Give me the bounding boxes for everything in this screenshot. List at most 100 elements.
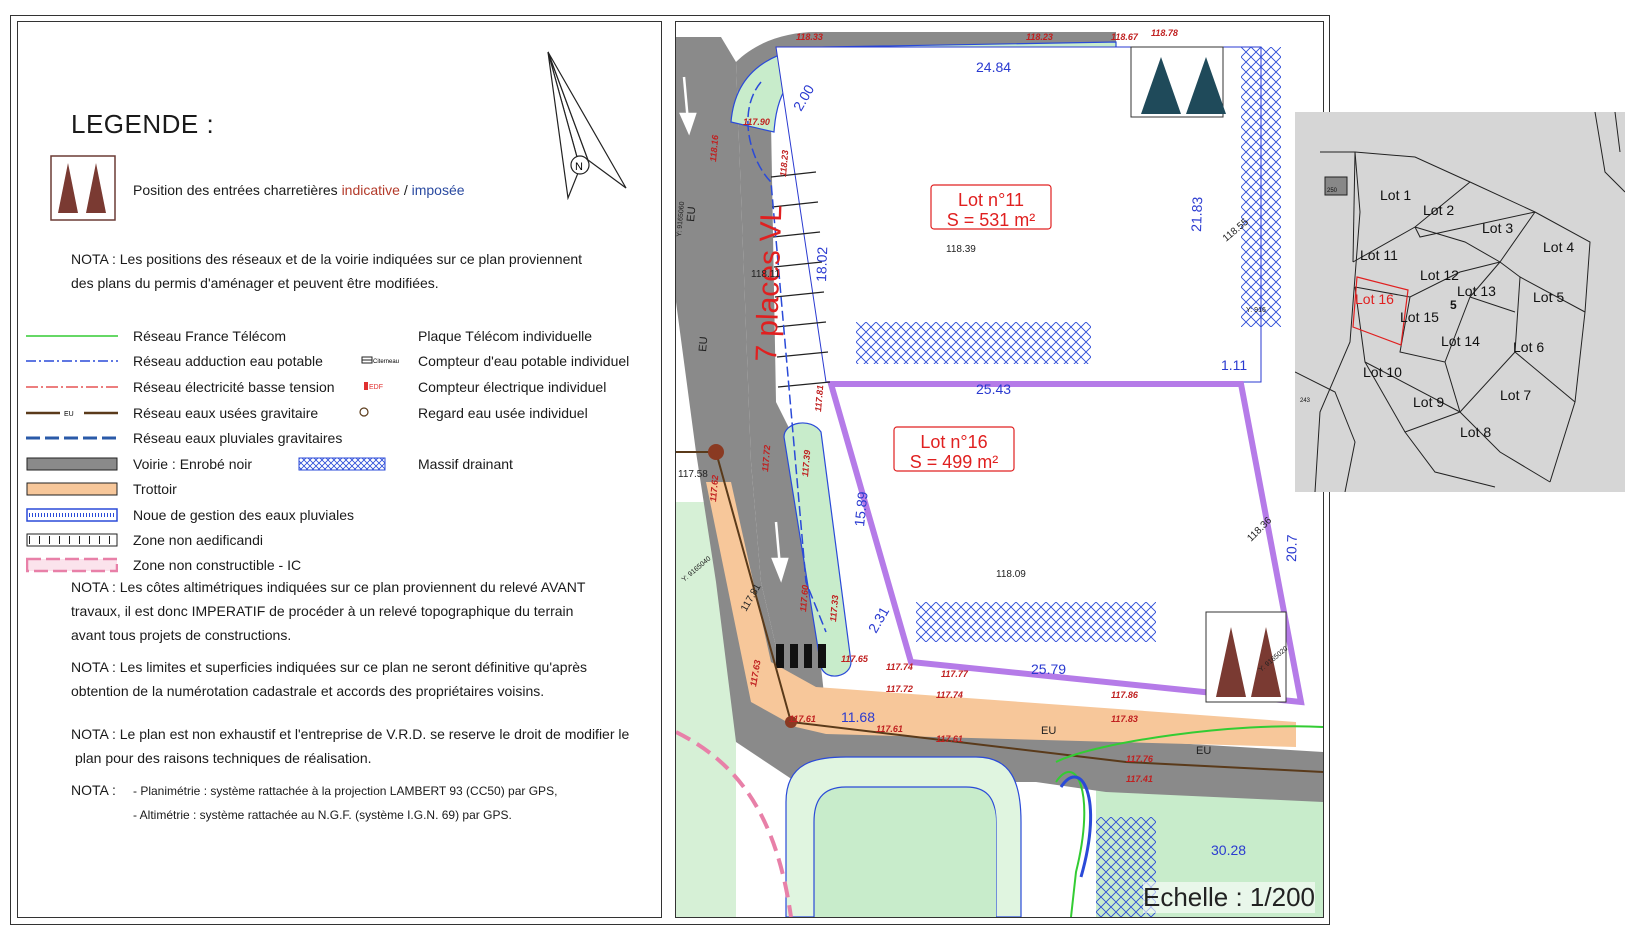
elevation-label: 118.11 — [751, 269, 781, 280]
elevation-label: 117.74 — [936, 690, 963, 700]
manhole — [708, 444, 724, 460]
location-inset-map: Lot 1 Lot 2 Lot 3 Lot 4 Lot 5 Lot 6 Lot … — [1295, 112, 1625, 492]
inset-lot-label: Lot 15 — [1400, 309, 1439, 325]
legend-title: LEGENDE : — [71, 109, 215, 139]
inset-parcel-number: 250 — [1327, 188, 1338, 194]
elevation-label: 117.58 — [678, 469, 708, 480]
legend-row: Zone non constructible - IC — [18, 555, 658, 575]
driveway-entrance-icon — [50, 155, 116, 221]
lot16-area: S = 499 m² — [910, 452, 999, 472]
inset-marker: 5 — [1450, 298, 1457, 312]
nota-limits: NOTA : Les limites et superficies indiqu… — [71, 659, 588, 699]
elevation-label: 117.90 — [743, 117, 770, 127]
dimension-label: 18.02 — [813, 246, 830, 282]
lot16-title: Lot n°16 — [920, 432, 987, 452]
green-area — [816, 792, 996, 917]
dimension-label: 20.7 — [1283, 534, 1300, 562]
sewer-line-symbol: EU — [26, 411, 118, 418]
legend-row: Réseau adduction eau potable Citerneau C… — [18, 351, 658, 371]
elevation-label: 118.39 — [946, 244, 976, 255]
inset-lot-label: Lot 4 — [1543, 239, 1574, 255]
dimension-label: 24.84 — [976, 59, 1011, 75]
inset-lot-label: Lot 6 — [1513, 339, 1544, 355]
svg-text:EU: EU — [64, 411, 74, 418]
road-asphalt-symbol — [26, 457, 118, 471]
drainage-mass — [916, 602, 1156, 642]
network-tag: EU — [685, 206, 698, 222]
elevation-label: 118.09 — [996, 569, 1026, 580]
parking-label: 7 places VL — [750, 204, 788, 362]
elevation-label: 117.74 — [886, 662, 913, 672]
electric-line-symbol — [26, 386, 118, 388]
inset-lot-label: Lot 1 — [1380, 187, 1411, 203]
nota-systems: NOTA : — [71, 782, 116, 798]
dimension-label: 1.11 — [1221, 357, 1247, 373]
inset-parcel-number: 243 — [1300, 398, 1311, 404]
north-arrow-icon: N — [547, 51, 627, 200]
elevation-label: 118.23 — [1026, 32, 1053, 42]
dimension-label: 21.83 — [1188, 196, 1205, 232]
inset-lot-label: Lot 10 — [1363, 364, 1402, 380]
inset-lot-label: Lot 3 — [1482, 220, 1513, 236]
elevation-label: 117.61 — [789, 714, 816, 724]
network-tag: EU — [1196, 745, 1211, 757]
inset-lot-label: Lot 7 — [1500, 387, 1531, 403]
dimension-label: 25.79 — [1031, 661, 1066, 677]
svg-text:Citerneau: Citerneau — [373, 359, 399, 365]
nota-exhaustive: NOTA : Le plan est non exhaustif et l'en… — [71, 726, 630, 766]
legend-row: Réseau eaux pluviales gravitaires — [18, 428, 658, 448]
dimension-label: 11.68 — [841, 709, 875, 725]
network-tag: EU — [1041, 725, 1056, 737]
non-aedificandi-symbol — [26, 533, 118, 547]
nota-elevations: NOTA : Les côtes altimétriques indiquées… — [71, 579, 586, 643]
entrance-legend-label: Position des entrées charretières indica… — [133, 182, 465, 198]
lot11-title: Lot n°11 — [958, 190, 1024, 210]
drainage-mass — [856, 322, 1091, 364]
drainage-mass — [1241, 47, 1281, 327]
dimension-label: 30.28 — [1211, 842, 1246, 858]
inset-drawing: Lot 1 Lot 2 Lot 3 Lot 4 Lot 5 Lot 6 Lot … — [1295, 112, 1625, 492]
inset-lot-label: Lot 9 — [1413, 394, 1444, 410]
legend-row: Noue de gestion des eaux pluviales — [18, 505, 658, 525]
inset-lot-label-highlight: Lot 16 — [1355, 291, 1394, 307]
elevation-label: 118.67 — [1111, 32, 1139, 42]
stormwater-line-symbol — [26, 436, 118, 440]
water-line-symbol — [26, 360, 118, 362]
elevation-label: 118.33 — [796, 32, 823, 42]
inset-lot-label: Lot 2 — [1423, 202, 1454, 218]
elevation-label: 117.65 — [841, 654, 869, 664]
sidewalk-symbol — [26, 482, 118, 496]
non-constructible-symbol — [26, 557, 118, 573]
elevation-label: 117.41 — [1126, 774, 1153, 784]
legend-row: Zone non aedificandi — [18, 530, 658, 550]
site-plan-drawing: Lot n°11 S = 531 m² Lot n°16 S = 499 m² … — [676, 22, 1323, 917]
elevation-label: 117.61 — [876, 724, 903, 734]
sewer-manhole-icon — [359, 407, 369, 417]
legend-panel: LEGENDE : N Position des entrées charret… — [17, 21, 662, 918]
inset-lot-label: Lot 12 — [1420, 267, 1459, 283]
elevation-label: 117.77 — [941, 669, 969, 679]
inset-lot-label: Lot 5 — [1533, 289, 1564, 305]
coordinate-label: Y: 916 — [1246, 307, 1266, 314]
north-letter: N — [575, 161, 583, 173]
inset-lot-label: Lot 14 — [1441, 333, 1480, 349]
legend-row: Réseau électricité basse tension EDF Com… — [18, 377, 658, 397]
scale-label: Echelle : 1/200 — [1142, 882, 1315, 913]
elevation-label: 117.76 — [1126, 754, 1154, 764]
elevation-label: 117.61 — [936, 734, 963, 744]
legend-row: Trottoir — [18, 479, 658, 499]
elevation-label: 117.83 — [1111, 714, 1138, 724]
entrance-box-top — [1130, 46, 1226, 118]
site-plan-panel: Lot n°11 S = 531 m² Lot n°16 S = 499 m² … — [675, 21, 1324, 918]
elevation-label: 117.72 — [886, 684, 913, 694]
elevation-label: 118.78 — [1151, 28, 1178, 38]
water-meter-icon: Citerneau — [361, 356, 399, 365]
inset-lot-label: Lot 13 — [1457, 283, 1496, 299]
network-tag: EU — [697, 336, 710, 352]
legend-row: Voirie : Enrobé noir Massif drainant — [18, 454, 658, 474]
elevation-label: 117.86 — [1111, 690, 1139, 700]
drainage-mass-symbol — [298, 457, 386, 471]
legend-row: Réseau France Télécom Plaque Télécom ind… — [18, 326, 658, 346]
telecom-line-symbol — [26, 335, 118, 337]
inset-lot-label: Lot 8 — [1460, 424, 1491, 440]
